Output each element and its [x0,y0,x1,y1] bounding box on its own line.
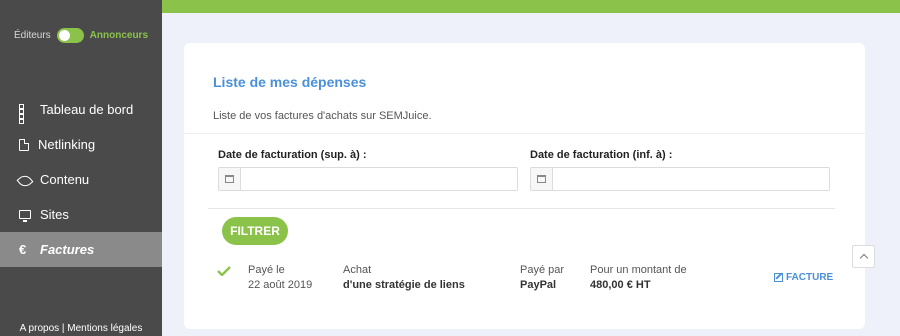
amount: Pour un montant de 480,00 € HT [590,263,687,293]
sidebar-nav: Tableau de bord Netlinking Contenu Sites… [0,92,162,267]
check-icon [217,266,231,276]
sidebar: Éditeurs Annonceurs Tableau de bord Netl… [0,0,162,336]
sidebar-item-sites[interactable]: Sites [0,197,162,232]
sidebar-item-label: Factures [40,242,95,257]
document-icon [19,138,29,151]
page-subtitle: Liste de vos factures d'achats sur SEMJu… [213,110,432,122]
divider [208,208,835,209]
filter-from: Date de facturation (sup. à) : [218,149,518,191]
dashboard-icon [19,103,31,124]
purchase-value: d'une stratégie de liens [343,279,465,291]
date-from-input[interactable] [241,168,517,190]
edit-icon [774,273,783,282]
sidebar-item-label: Sites [40,207,69,222]
invoice-row: Payé le 22 août 2019 Achat d'une stratég… [184,263,865,297]
payment-method: Payé par PayPal [520,263,564,293]
paid-label: Payé le [248,264,285,276]
filter-button[interactable]: FILTRER [222,217,288,245]
sidebar-item-factures[interactable]: € Factures [0,232,162,267]
sidebar-item-label: Contenu [40,172,90,187]
sidebar-item-tableau-de-bord[interactable]: Tableau de bord [0,92,162,127]
calendar-icon[interactable] [219,168,241,190]
sidebar-item-contenu[interactable]: Contenu [0,162,162,197]
top-bar [162,0,900,13]
calendar-icon[interactable] [531,168,553,190]
mode-switch[interactable]: Éditeurs Annonceurs [0,28,162,43]
paid-date: 22 août 2019 [248,279,313,291]
page-title: Liste de mes dépenses [213,74,367,90]
purchase-label: Achat [343,264,372,276]
invoice-link-label: FACTURE [786,272,834,283]
filter-to-label: Date de facturation (inf. à) : [530,149,673,161]
filter-to: Date de facturation (inf. à) : [530,149,830,191]
mode-toggle[interactable] [56,28,84,43]
invoice-download-link[interactable]: FACTURE [774,272,833,283]
sidebar-item-label: Netlinking [38,137,96,152]
monitor-icon [19,210,31,222]
method-label: Payé par [520,264,565,276]
footer-links[interactable]: A propos | Mentions légales [0,323,162,334]
sidebar-item-netlinking[interactable]: Netlinking [0,127,162,162]
amount-value: 480,00 € HT [590,279,651,291]
payment-status: Payé le 22 août 2019 [248,263,312,293]
feather-icon [16,172,34,189]
purchase-type: Achat d'une stratégie de liens [343,263,465,293]
expenses-card: Liste de mes dépenses Liste de vos factu… [184,43,865,329]
filter-from-label: Date de facturation (sup. à) : [218,149,367,161]
method-value: PayPal [520,279,557,291]
amount-label: Pour un montant de [590,264,687,276]
date-to-field[interactable] [530,167,830,191]
toggle-knob [58,30,70,41]
date-from-field[interactable] [218,167,518,191]
date-to-input[interactable] [553,168,829,190]
chevron-up-icon [859,253,868,263]
mode-annonceurs-label: Annonceurs [89,30,149,41]
euro-icon: € [19,242,27,257]
mode-editeurs-label: Éditeurs [13,30,51,41]
scroll-to-top-button[interactable] [852,245,875,268]
divider [184,133,865,134]
sidebar-item-label: Tableau de bord [40,102,134,117]
